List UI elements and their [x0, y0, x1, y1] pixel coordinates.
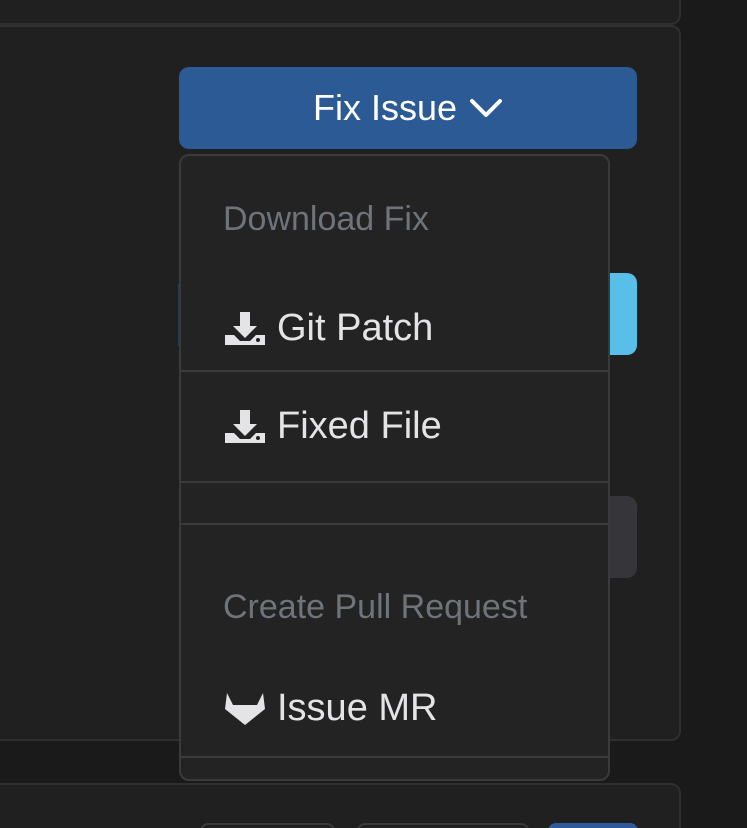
menu-item-label: Fixed File — [277, 404, 442, 447]
menu-item-fixed-file[interactable]: Fixed File — [181, 372, 608, 480]
section-divider — [181, 523, 608, 525]
background-panel-top — [0, 0, 681, 25]
chevron-down-icon — [470, 99, 503, 117]
fix-issue-button[interactable]: Fix Issue — [179, 67, 637, 149]
background-chip[interactable] — [200, 823, 335, 828]
menu-item-label: Git Patch — [277, 306, 434, 349]
background-chip[interactable] — [548, 823, 638, 828]
menu-divider — [181, 481, 608, 483]
download-icon — [225, 312, 265, 345]
fix-issue-dropdown-menu: Download Fix Git Patch Fixed File Create… — [179, 154, 610, 781]
download-icon — [225, 410, 265, 443]
menu-item-label: Issue MR — [277, 686, 438, 729]
menu-item-issue-mr[interactable]: Issue MR — [181, 660, 608, 756]
menu-divider — [181, 756, 608, 758]
fix-issue-label: Fix Issue — [312, 87, 458, 128]
background-chip[interactable] — [357, 823, 529, 828]
menu-item-git-patch[interactable]: Git Patch — [181, 286, 608, 370]
download-fix-header: Download Fix — [223, 200, 429, 238]
page: Fix Issue Download Fix Git Patch Fixed F… — [0, 0, 747, 828]
gitlab-icon — [225, 693, 265, 725]
next-issue-panel — [0, 783, 681, 828]
create-pull-request-header: Create Pull Request — [223, 588, 528, 626]
